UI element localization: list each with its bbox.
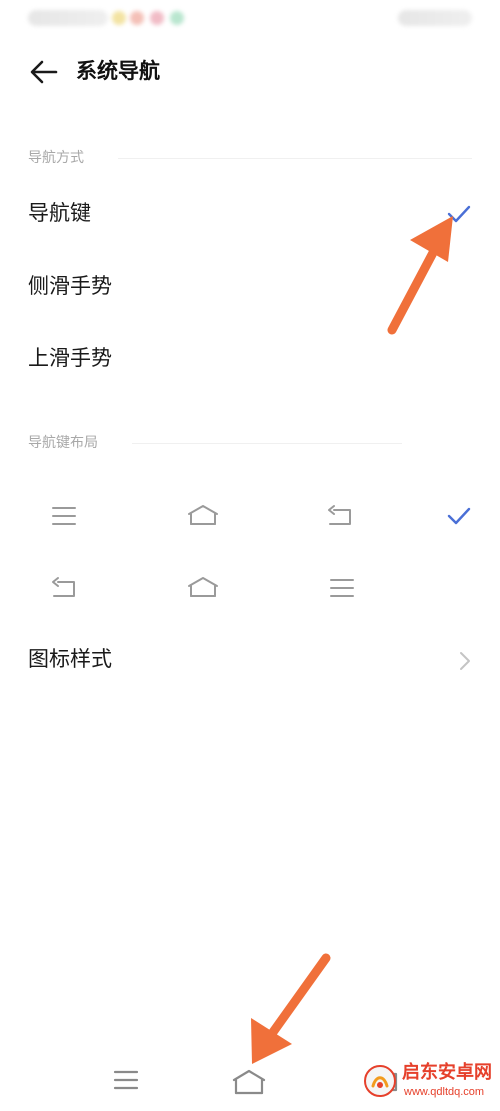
icon-style-row[interactable]: 图标样式 <box>0 630 500 690</box>
option-label: 侧滑手势 <box>28 274 112 298</box>
status-notification-dot <box>130 11 144 25</box>
section-divider <box>118 158 472 159</box>
chevron-right-icon <box>460 652 470 670</box>
status-notification-dot <box>150 11 164 25</box>
annotation-arrow-bottom <box>251 953 331 1064</box>
watermark-url: www.qdltdq.com <box>404 1086 485 1098</box>
status-notification-dot <box>170 11 184 25</box>
section-label-navigation-mode: 导航方式 <box>28 150 84 166</box>
menu-icon[interactable] <box>106 1064 146 1096</box>
status-notification-dot <box>112 11 126 25</box>
menu-icon <box>330 579 354 597</box>
status-time-blur <box>28 10 108 26</box>
option-label: 导航键 <box>28 201 91 225</box>
checkmark-icon <box>447 205 471 223</box>
option-navigation-keys[interactable]: 导航键 <box>0 184 500 244</box>
checkmark-icon <box>447 507 471 525</box>
status-icons-blur <box>398 10 472 26</box>
section-divider <box>132 443 402 444</box>
back-icon <box>52 577 75 597</box>
icon-style-label: 图标样式 <box>28 647 112 671</box>
home-icon <box>188 577 218 597</box>
menu-icon <box>52 507 76 525</box>
nav-layout-option-2[interactable] <box>0 560 500 616</box>
back-icon <box>328 505 351 525</box>
nav-layout-option-1[interactable] <box>0 488 500 544</box>
section-label-nav-key-layout: 导航键布局 <box>28 435 98 451</box>
header: 系统导航 <box>0 44 500 100</box>
option-side-swipe-gesture[interactable]: 侧滑手势 <box>0 257 500 317</box>
status-bar <box>0 0 500 38</box>
page-title: 系统导航 <box>76 59 160 83</box>
option-label: 上滑手势 <box>28 346 112 370</box>
arrow-left-icon[interactable] <box>28 58 60 86</box>
home-icon <box>188 505 218 525</box>
watermark-logo-icon <box>364 1065 396 1097</box>
home-icon[interactable] <box>229 1066 269 1098</box>
option-swipe-up-gesture[interactable]: 上滑手势 <box>0 329 500 389</box>
watermark-title: 启东安卓网 <box>402 1062 492 1083</box>
watermark: 启东安卓网 www.qdltdq.com <box>364 1061 494 1105</box>
